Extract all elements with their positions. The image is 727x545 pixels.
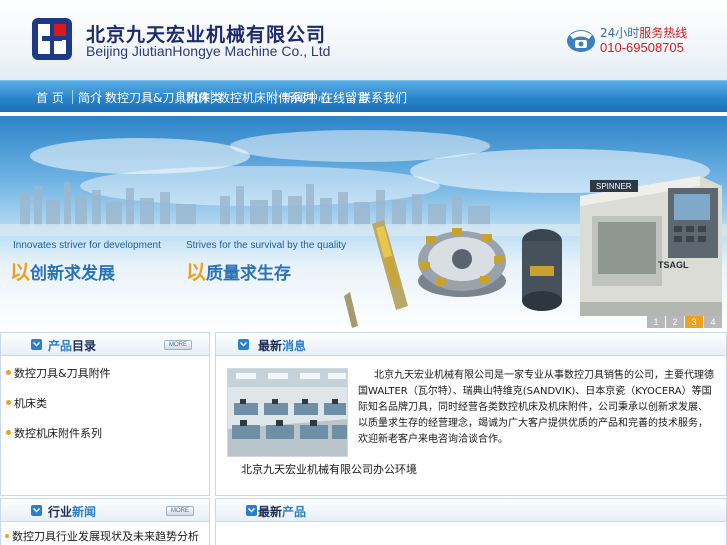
products-panel-title: 产品目录 xyxy=(48,337,96,354)
main-nav: 首 页 简介 数控刀具&刀具附件 机床类 数控机床附件系列 新闻中心 在线留言 … xyxy=(0,80,727,112)
office-photo[interactable] xyxy=(227,368,348,457)
slogan-2-en: Strives for the survival by the quality xyxy=(186,240,347,251)
nav-divider xyxy=(211,90,212,104)
company-name-en: Beijing JiutianHongye Machine Co., Ltd xyxy=(86,43,331,59)
product-category-label: 数控机床附件系列 xyxy=(14,427,102,440)
bullet-icon xyxy=(5,534,9,538)
latest-products-panel-header: 最新产品 xyxy=(215,498,727,522)
bullet-icon xyxy=(6,430,11,435)
product-category-label: 数控刀具&刀具附件 xyxy=(14,367,111,380)
chevron-down-icon xyxy=(246,505,257,516)
nav-divider xyxy=(314,90,315,104)
slogan-1-en: Innovates striver for development xyxy=(13,240,161,251)
slogan-1-cn: 以创新求发展 xyxy=(10,256,115,285)
hero-banner: SPINNER TSAGL Innovates striver for deve… xyxy=(0,116,727,331)
office-photo-caption: 北京九天宏业机械有限公司办公环境 xyxy=(241,463,417,476)
slogan-2-text: 质量求生存 xyxy=(206,264,291,284)
banner-page-2[interactable]: 2 xyxy=(666,316,684,328)
chevron-down-icon xyxy=(31,505,42,516)
products-title-part-b: 目录 xyxy=(72,339,97,353)
machine-model-label: TSAGL xyxy=(658,260,689,270)
news-article-paragraph: 北京九天宏业机械有限公司是一家专业从事数控刀具销售的公司，主要代理德国WALTE… xyxy=(358,370,714,445)
latest-products-panel-title: 最新产品 xyxy=(258,503,306,520)
nav-divider xyxy=(180,90,181,104)
industry-title-part-b: 新闻 xyxy=(72,505,97,519)
office-photo-illustration xyxy=(228,369,347,456)
industry-more-button[interactable]: MORE xyxy=(166,506,194,516)
slogan-1-lead: 以 xyxy=(10,260,30,284)
latest-products-panel-body xyxy=(215,522,727,545)
industry-panel-header: 行业新闻 MORE xyxy=(0,498,210,522)
hotline-service-text: 服务热线 xyxy=(639,26,688,40)
nav-divider xyxy=(72,90,73,104)
slogan-2-cn: 以质量求生存 xyxy=(186,256,291,285)
product-category-label: 机床类 xyxy=(14,397,47,410)
industry-news-item[interactable]: 数控刀具行业发展现状及未来趋势分析 xyxy=(5,528,199,544)
product-category-item[interactable]: 数控刀具&刀具附件 xyxy=(6,365,111,381)
nav-home[interactable]: 首 页 xyxy=(36,89,64,106)
hotline-prefix: 24小时 xyxy=(600,26,640,40)
chevron-down-icon xyxy=(238,339,249,350)
news-panel-header: 最新消息 xyxy=(215,332,727,356)
nav-machine-tools[interactable]: 机床类 xyxy=(186,89,222,106)
nav-divider xyxy=(353,90,354,104)
banner-page-4[interactable]: 4 xyxy=(704,316,722,328)
hotline-label: 24小时服务热线 xyxy=(600,24,687,41)
products-more-button[interactable]: MORE xyxy=(164,340,192,350)
industry-panel-title: 行业新闻 xyxy=(48,503,96,520)
products-panel-body: 数控刀具&刀具附件 机床类 数控机床附件系列 xyxy=(0,356,210,496)
bullet-icon xyxy=(6,400,11,405)
news-title-part-b: 消息 xyxy=(282,339,307,353)
latest-products-title-part-a: 最新 xyxy=(258,505,283,519)
slogan-1-text: 创新求发展 xyxy=(30,264,115,284)
telephone-icon xyxy=(567,30,595,52)
news-title-part-a: 最新 xyxy=(258,339,283,353)
industry-news-title: 数控刀具行业发展现状及未来趋势分析 xyxy=(12,530,199,543)
slogan-2-lead: 以 xyxy=(186,260,206,284)
machine-brand-label: SPINNER xyxy=(596,182,632,191)
banner-page-3[interactable]: 3 xyxy=(685,316,703,328)
nav-divider xyxy=(99,90,100,104)
product-category-item[interactable]: 数控机床附件系列 xyxy=(6,425,102,441)
nav-divider xyxy=(275,90,276,104)
news-article-text: 北京九天宏业机械有限公司是一家专业从事数控刀具销售的公司，主要代理德国WALTE… xyxy=(358,368,716,448)
products-title-part-a: 产品 xyxy=(48,339,73,353)
banner-page-1[interactable]: 1 xyxy=(647,316,665,328)
latest-products-title-part-b: 产品 xyxy=(282,505,307,519)
nav-contact[interactable]: 联系我们 xyxy=(359,89,407,106)
site-header: 北京九天宏业机械有限公司 Beijing JiutianHongye Machi… xyxy=(0,0,727,80)
news-panel-title: 最新消息 xyxy=(258,337,306,354)
product-category-item[interactable]: 机床类 xyxy=(6,395,47,411)
hotline-number: 010-69508705 xyxy=(600,40,684,55)
bullet-icon xyxy=(6,370,11,375)
products-panel-header: 产品目录 MORE xyxy=(0,332,210,356)
industry-title-part-a: 行业 xyxy=(48,505,73,519)
chevron-down-icon xyxy=(31,339,42,350)
banner-illustration: SPINNER TSAGL xyxy=(0,130,727,328)
company-logo-icon[interactable] xyxy=(30,16,74,62)
